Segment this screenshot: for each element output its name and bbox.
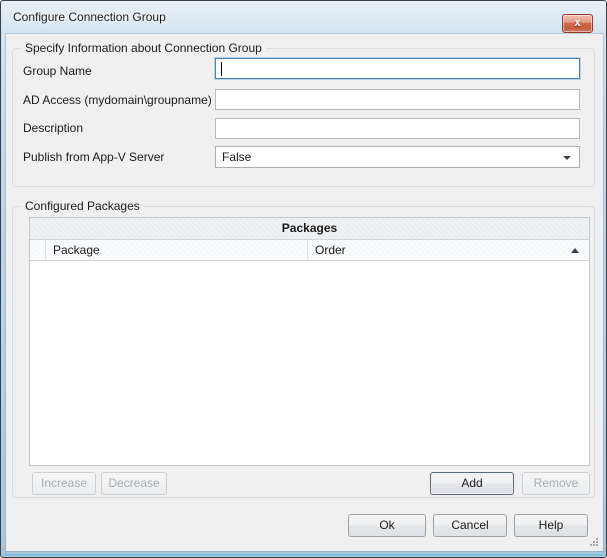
increase-button[interactable]: Increase xyxy=(32,472,96,495)
add-button[interactable]: Add xyxy=(430,472,514,495)
help-button[interactable]: Help xyxy=(514,514,588,537)
publish-dropdown-value: False xyxy=(222,150,251,164)
ad-access-input[interactable] xyxy=(215,89,580,110)
packages-table: Packages Package Order xyxy=(29,217,590,466)
cancel-button[interactable]: Cancel xyxy=(433,514,507,537)
chevron-down-icon xyxy=(563,156,571,160)
text-caret xyxy=(221,62,222,76)
configure-connection-group-dialog: Configure Connection Group x Specify Inf… xyxy=(0,0,607,558)
packages-table-body xyxy=(30,261,589,465)
close-button[interactable]: x xyxy=(562,14,593,33)
window-title: Configure Connection Group xyxy=(13,10,166,24)
row-selector-header-cell xyxy=(30,240,46,260)
group-name-field-wrap xyxy=(215,58,580,79)
column-header-order[interactable]: Order xyxy=(308,240,589,260)
packages-groupbox-title: Configured Packages xyxy=(21,199,144,213)
info-groupbox-title: Specify Information about Connection Gro… xyxy=(21,41,266,55)
group-name-input[interactable] xyxy=(215,58,580,79)
description-field-wrap xyxy=(215,118,580,139)
footer-button-row: Ok Cancel Help xyxy=(348,514,588,537)
packages-groupbox: Configured Packages Packages Package Ord… xyxy=(12,206,595,498)
ok-button[interactable]: Ok xyxy=(348,514,426,537)
resize-grip[interactable] xyxy=(590,538,599,547)
sort-ascending-icon xyxy=(571,248,579,253)
description-input[interactable] xyxy=(215,118,580,139)
dialog-body: Specify Information about Connection Gro… xyxy=(6,34,603,551)
close-icon: x xyxy=(574,17,580,29)
column-header-order-label: Order xyxy=(315,243,346,257)
column-header-package[interactable]: Package xyxy=(46,240,308,260)
description-label: Description xyxy=(23,121,83,135)
ad-access-field-wrap xyxy=(215,89,580,110)
packages-table-caption: Packages xyxy=(30,218,589,240)
group-name-label: Group Name xyxy=(23,64,92,78)
packages-table-header-row: Package Order xyxy=(30,240,589,261)
decrease-button[interactable]: Decrease xyxy=(101,472,167,495)
titlebar[interactable]: Configure Connection Group x xyxy=(1,1,606,34)
publish-label: Publish from App-V Server xyxy=(23,150,164,164)
remove-button[interactable]: Remove xyxy=(522,472,590,495)
ad-access-label: AD Access (mydomain\groupname) xyxy=(23,93,212,107)
info-groupbox: Specify Information about Connection Gro… xyxy=(12,48,595,187)
publish-dropdown[interactable]: False xyxy=(215,146,580,168)
